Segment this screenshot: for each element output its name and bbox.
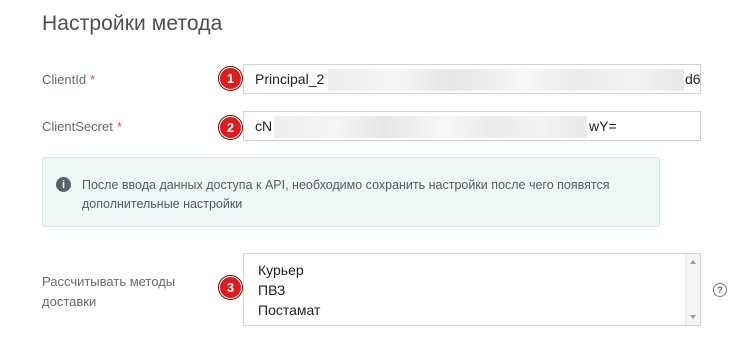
required-mark: * xyxy=(90,72,96,87)
client-secret-value-end: wY= xyxy=(589,118,617,134)
client-id-value-end: d6 xyxy=(685,71,701,87)
client-secret-value-start: cN xyxy=(255,118,273,134)
scroll-down-arrow-icon[interactable] xyxy=(690,315,696,319)
info-alert: i После ввода данных доступа к API, необ… xyxy=(42,157,660,227)
redacted-blur xyxy=(274,116,587,138)
listbox-scrollbar[interactable] xyxy=(685,254,700,325)
delivery-methods-select[interactable]: Курьер ПВЗ Постамат xyxy=(243,253,701,326)
delivery-methods-label: Рассчитывать методы доставки xyxy=(42,274,176,309)
scroll-up-arrow-icon[interactable] xyxy=(690,260,696,264)
page-title: Настройки метода xyxy=(42,12,223,35)
client-id-label-text: ClientId xyxy=(42,72,87,87)
info-icon: i xyxy=(56,177,71,192)
annotation-badge-3: 3 xyxy=(219,276,242,299)
annotation-badge-1: 1 xyxy=(219,67,242,90)
delivery-option-pickup-point[interactable]: ПВЗ xyxy=(258,282,285,298)
redacted-blur xyxy=(328,69,684,91)
info-alert-text: После ввода данных доступа к API, необхо… xyxy=(82,178,610,211)
client-id-label: ClientId * xyxy=(42,72,95,87)
client-secret-label: ClientSecret * xyxy=(42,119,122,134)
delivery-option-courier[interactable]: Курьер xyxy=(258,262,304,278)
required-mark: * xyxy=(116,119,122,134)
client-id-input[interactable]: Principal_2 d6 xyxy=(243,64,701,94)
client-secret-label-text: ClientSecret xyxy=(42,119,113,134)
annotation-badge-2: 2 xyxy=(219,116,242,139)
delivery-option-parcel-locker[interactable]: Постамат xyxy=(258,302,320,318)
client-id-value-start: Principal_2 xyxy=(255,71,325,87)
client-secret-input[interactable]: cN wY= xyxy=(243,111,701,141)
question-circle-icon[interactable]: ? xyxy=(713,283,727,297)
